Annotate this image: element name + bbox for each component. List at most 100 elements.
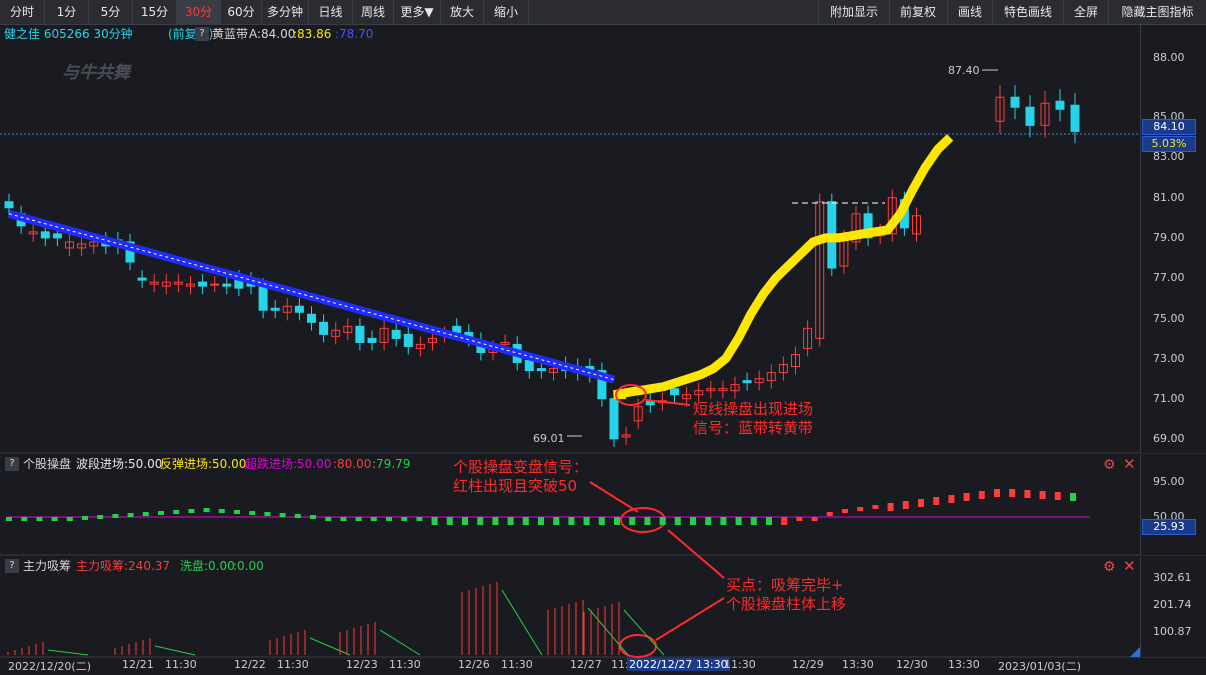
indicator-yellow-value: :83.86 [293,27,332,41]
time-tick: 13:30 [948,658,980,671]
mid-bar [1039,491,1046,499]
mid-bar [872,505,879,509]
mid-tick: 95.00 [1153,475,1185,488]
candle-body [609,398,619,440]
mid-bar [82,516,88,520]
wash-line [309,637,351,656]
mid-value-4: :80.00 [333,457,372,471]
time-tick: 13:30 [842,658,874,671]
annotation-bottom-1: 买点：吸筹完毕+ [726,576,844,594]
mid-bar [370,517,377,521]
mid-bar [66,517,73,521]
help-icon[interactable]: ? [5,457,19,471]
mid-bar [6,517,12,521]
mid-bar [112,514,119,518]
annotation-circle [619,634,657,658]
help-icon[interactable]: ? [195,27,209,41]
indicator-a-value: A:84.00 [249,27,296,41]
time-tick: 12/29 [792,658,824,671]
candle-body [294,305,304,313]
mid-bar [234,510,240,514]
annotation-arrow [589,481,639,513]
mid-bar [948,495,955,503]
time-tick: 11:30 [165,658,197,671]
annotation-arrow [667,529,725,579]
mid-bar [97,515,104,519]
price-tick: 69.00 [1153,432,1185,445]
mid-bar [796,517,803,521]
mid-bar [978,491,985,499]
watermark-logo: 与牛共舞 [62,63,130,83]
mid-bar [583,517,590,525]
bottom-value-3: 洗盘:0.00 [180,559,235,573]
bottom-value-2: :240.37 [124,559,171,573]
annotation-mid-1: 个股操盘变盘信号： [453,458,589,476]
mid-bar [264,512,271,516]
candle-body [391,329,401,339]
help-icon[interactable]: ? [5,559,19,573]
mid-bar [902,501,909,509]
mid-bar [218,509,225,513]
candle-body [670,388,679,396]
wash-line [587,607,629,656]
candle-body [319,321,329,335]
mid-bar [310,515,316,519]
wash-line [501,589,543,656]
candle-body [137,277,147,281]
candle-body [210,283,220,286]
mid-value-3: 超跌进场:50.00 [245,457,332,471]
yellow-band [613,134,954,400]
mid-bar [857,507,864,511]
mid-bar [963,493,970,501]
wash-line [47,649,89,656]
close-icon[interactable]: ✕ [1123,457,1136,472]
mid-bar [522,517,529,525]
time-tick: 11:30 [724,658,756,671]
candle-body [1070,104,1080,132]
mid-bar [629,517,636,525]
candle-body [367,337,377,343]
mid-bar [674,517,681,525]
wash-line [379,629,421,656]
price-tick: 75.00 [1153,312,1185,325]
candle-body [198,281,208,287]
candle-body [536,368,546,372]
candle-body [1055,100,1065,110]
mid-bar [766,517,772,525]
annotation-main-2: 信号：蓝带转黄带 [693,419,814,437]
mid-bar [462,517,468,525]
bottom-value-1: 主力吸筹 [76,559,125,573]
price-axis: 88.00 85.00 83.00 81.00 79.00 77.00 75.0… [1140,25,1206,453]
candle-body [452,325,462,333]
time-tick: 2023/01/03(二) [998,660,1081,673]
mid-bar [446,517,453,525]
settings-icon[interactable]: ⚙ [1103,560,1116,574]
candle-body [1010,96,1020,108]
time-tick: 2022/12/27 13:30 [627,658,730,671]
mid-bar [431,517,438,525]
mid-bar [188,509,195,513]
mid-bar [158,511,164,515]
settings-icon[interactable]: ⚙ [1103,458,1116,472]
mid-value-2: 反弹进场:50.00 [160,457,247,471]
close-icon[interactable]: ✕ [1123,559,1136,574]
time-tick: 2022/12/20(二) [8,660,91,673]
mid-bar [598,517,605,525]
indicator-name: 黄蓝带 [212,27,249,41]
chart-canvas[interactable] [0,0,1206,675]
mid-bar [918,499,924,507]
annotation-mid-2: 红柱出现且突破50 [453,477,578,495]
mid-bar [477,517,484,525]
current-price-box: 84.10 [1142,119,1196,135]
mid-bar [644,517,651,525]
mid-bar [355,517,362,521]
annotation-arrow [655,597,725,641]
mid-bar [538,517,544,525]
candle-body [742,380,752,384]
annotation-circle [620,507,666,533]
bottom-value-4: :0.00 [233,559,264,573]
mid-bar [127,513,134,517]
bottom-tick: 302.61 [1153,571,1192,584]
mid-bar [1009,489,1016,497]
time-tick: 11:30 [501,658,533,671]
